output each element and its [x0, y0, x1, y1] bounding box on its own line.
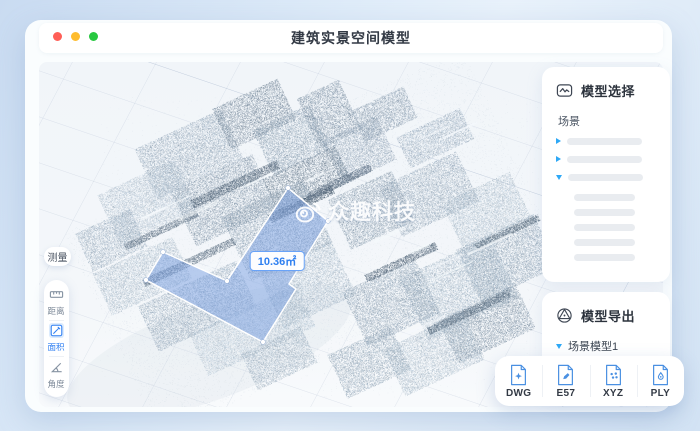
panel-title: 模型导出: [581, 306, 635, 325]
scene-tree-child[interactable]: [574, 194, 635, 201]
watermark-text: 众趣科技: [328, 196, 416, 226]
model-export-icon: [556, 307, 573, 324]
skeleton-bar: [568, 174, 643, 181]
scene-tree-node-expanded[interactable]: [556, 168, 656, 186]
model-select-icon: [556, 82, 573, 99]
export-e57-button[interactable]: E57: [542, 356, 589, 406]
chevron-down-icon: [556, 175, 562, 180]
chevron-right-icon: [556, 138, 561, 144]
chevron-down-icon: [556, 344, 562, 349]
weibo-logo-icon: [293, 196, 323, 226]
chevron-right-icon: [556, 156, 561, 162]
measure-tools-toolbar: 距离 面积 角度: [44, 280, 69, 397]
divider: [49, 356, 64, 357]
scene-tree-child[interactable]: [574, 254, 635, 261]
model-select-panel: 模型选择 场景: [542, 67, 670, 282]
export-xyz-button[interactable]: XYZ: [590, 356, 637, 406]
scene-section-label: 场景: [558, 113, 656, 129]
watermark: 众趣科技: [293, 196, 416, 226]
export-model-dropdown[interactable]: 场景模型1: [556, 338, 656, 354]
export-dwg-button[interactable]: DWG: [495, 356, 542, 406]
dwg-file-icon: [509, 364, 528, 386]
titlebar: 建筑实景空间模型: [39, 23, 663, 53]
scene-tree-child[interactable]: [574, 239, 635, 246]
divider: [49, 320, 64, 321]
measurement-value-badge: 10.36㎡: [250, 251, 305, 271]
e57-file-icon: [556, 364, 575, 386]
angle-icon: [49, 360, 64, 375]
skeleton-bar: [567, 156, 642, 163]
window-title: 建筑实景空间模型: [39, 23, 663, 53]
scene-tree-node[interactable]: [556, 132, 656, 150]
measure-mode-button[interactable]: 测量: [44, 247, 71, 266]
scene-tree-child[interactable]: [574, 224, 635, 231]
export-format-bar: DWG E57 XYZ PLY: [495, 356, 684, 406]
xyz-file-icon: [604, 364, 623, 386]
ruler-icon: [49, 287, 64, 302]
export-ply-button[interactable]: PLY: [637, 356, 684, 406]
tool-distance[interactable]: 距离: [47, 287, 65, 317]
panel-title: 模型选择: [581, 81, 635, 100]
ply-file-icon: [651, 364, 670, 386]
tool-area[interactable]: 面积: [47, 323, 65, 353]
tool-angle[interactable]: 角度: [47, 360, 65, 390]
skeleton-bar: [567, 138, 642, 145]
scene-tree-child[interactable]: [574, 209, 635, 216]
scene-tree-node[interactable]: [556, 150, 656, 168]
area-pen-icon: [49, 323, 64, 338]
